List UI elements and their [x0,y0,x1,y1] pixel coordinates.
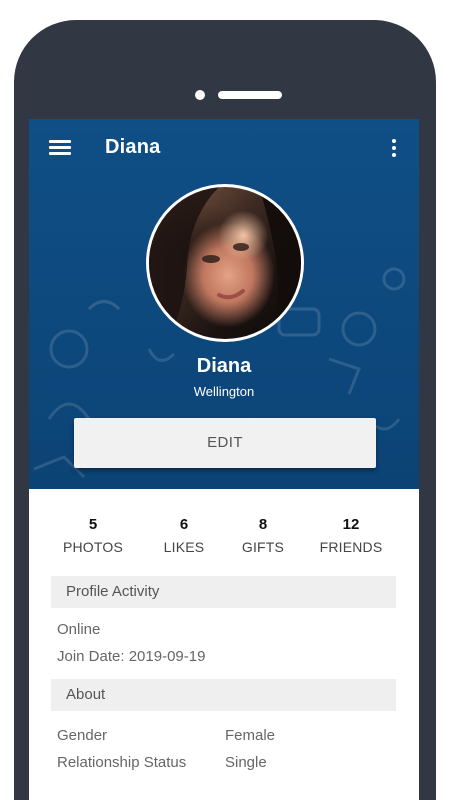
avatar[interactable] [146,184,304,342]
gender-value: Female [225,727,276,744]
stat-likes-count: 6 [179,516,189,533]
stat-photos-count: 5 [88,516,98,533]
stat-gifts-label: GIFTS [241,539,285,555]
avatar-photo [149,187,301,339]
about-heading: About [51,679,396,711]
gender-label: Gender [57,727,108,744]
hamburger-menu-icon[interactable] [43,135,73,161]
toolbar: Diana [29,119,419,175]
stat-likes[interactable]: 6 LIKES [153,516,215,555]
stat-gifts-count: 8 [258,516,268,533]
profile-name: Diana [196,355,252,377]
app-screen: Diana Diana Wellington EDIT 5 PHOTOS 6 L… [29,119,419,800]
online-status: Online [57,621,101,638]
relationship-status-value: Single [225,754,267,771]
profile-header: Diana Diana Wellington EDIT [29,119,419,489]
stat-gifts[interactable]: 8 GIFTS [230,516,296,555]
stat-friends-count: 12 [342,516,360,533]
camera-dot [195,90,205,100]
toolbar-title: Diana [105,136,161,158]
join-date: Join Date: 2019-09-19 [57,648,206,665]
stat-friends[interactable]: 12 FRIENDS [313,516,389,555]
more-vert-icon[interactable] [383,137,405,161]
edit-button[interactable]: EDIT [74,418,376,468]
stat-friends-label: FRIENDS [319,539,383,555]
stat-photos-label: PHOTOS [62,539,124,555]
relationship-status-label: Relationship Status [57,754,187,771]
speaker-grille [218,91,282,99]
profile-activity-heading: Profile Activity [51,576,396,608]
stat-photos[interactable]: 5 PHOTOS [51,516,135,555]
profile-city: Wellington [193,384,255,399]
stats-row: 5 PHOTOS 6 LIKES 8 GIFTS 12 FRIENDS [29,516,419,560]
stat-likes-label: LIKES [163,539,205,555]
